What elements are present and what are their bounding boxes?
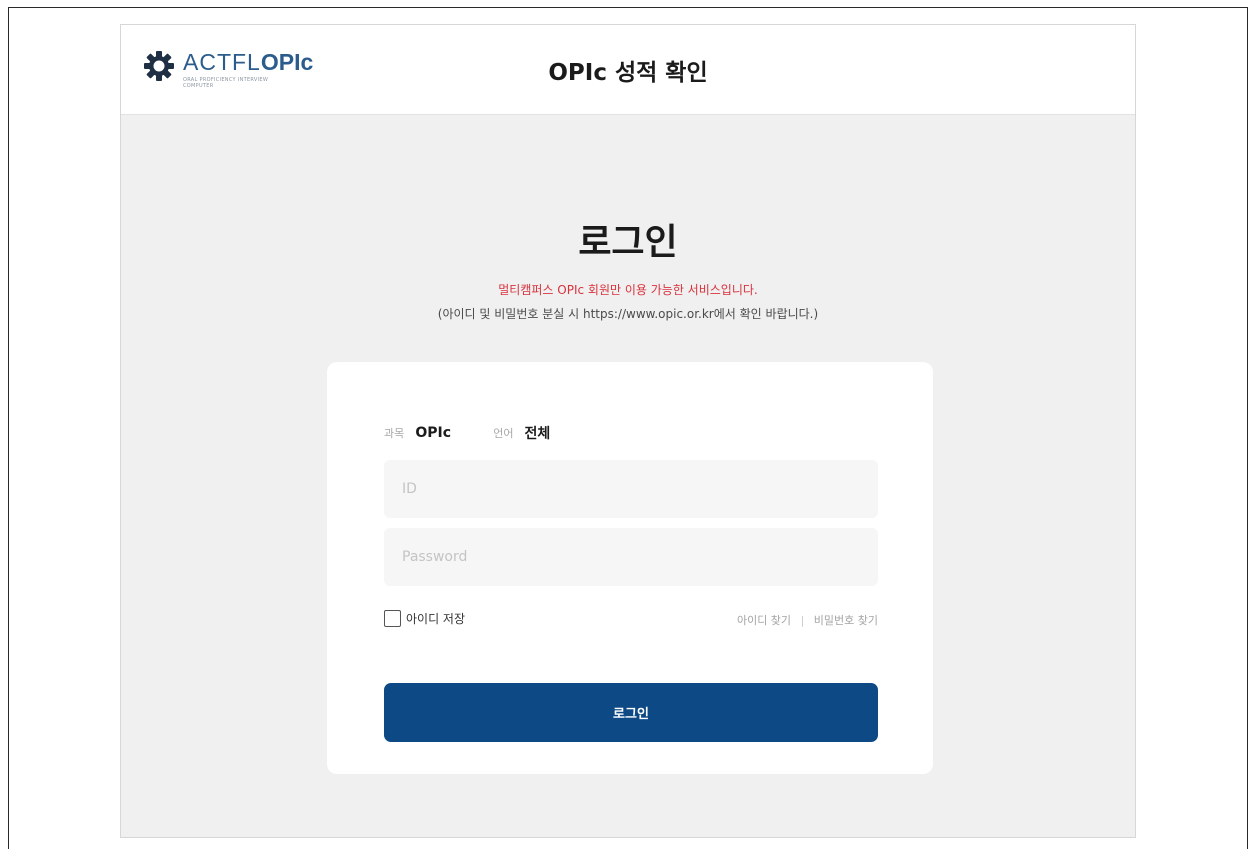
browser-window: ACTFLOPIc ORAL PROFICIENCY INTERVIEW COM… (120, 24, 1136, 838)
language-label: 언어 (493, 426, 514, 440)
language-value: 전체 (524, 425, 551, 442)
find-password-link[interactable]: 비밀번호 찾기 (814, 614, 878, 627)
password-input[interactable] (384, 528, 878, 586)
exam-info-row: 과목 OPIc 언어 전체 (384, 422, 550, 444)
member-only-notice: 멀티캠퍼스 OPIc 회원만 이용 가능한 서비스입니다. (498, 283, 758, 297)
login-button[interactable]: 로그인 (384, 683, 878, 742)
link-divider: | (800, 614, 805, 627)
page-title: OPIc 성적 확인 (548, 60, 708, 86)
top-header: ACTFLOPIc ORAL PROFICIENCY INTERVIEW COM… (121, 25, 1135, 115)
login-heading: 로그인 (578, 222, 678, 263)
lost-credentials-notice: (아이디 및 비밀번호 분실 시 https://www.opic.or.kr에… (437, 307, 819, 321)
subject-value: OPIc (415, 424, 452, 441)
remember-id-label: 아이디 저장 (406, 612, 466, 626)
login-card: 과목 OPIc 언어 전체 아이디 저장 아이디 찾기 | 비밀번호 찾기 로그… (327, 362, 933, 774)
remember-id-checkbox[interactable] (384, 610, 401, 627)
id-input[interactable] (384, 460, 878, 518)
login-options-row: 아이디 저장 아이디 찾기 | 비밀번호 찾기 (384, 610, 878, 630)
subject-label: 과목 (384, 426, 405, 440)
find-account-links: 아이디 찾기 | 비밀번호 찾기 (737, 612, 878, 628)
remember-id-toggle[interactable]: 아이디 저장 (384, 610, 465, 627)
find-id-link[interactable]: 아이디 찾기 (737, 614, 791, 627)
